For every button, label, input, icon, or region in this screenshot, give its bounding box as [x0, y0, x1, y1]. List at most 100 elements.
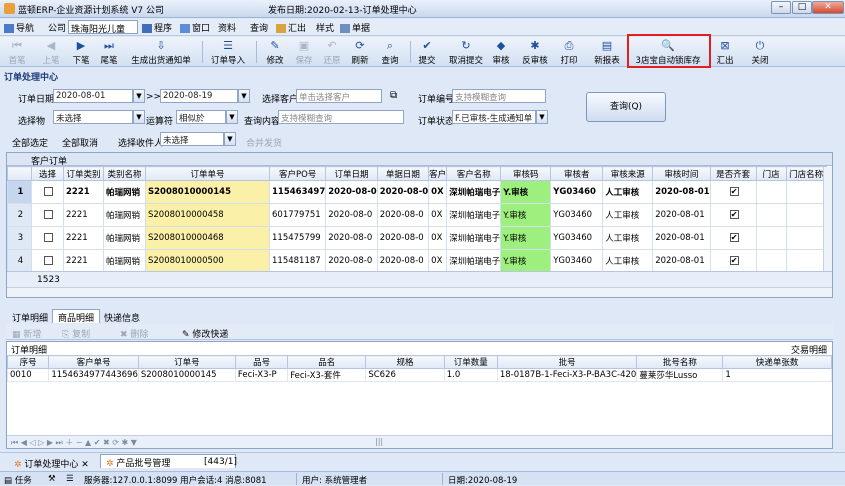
date-to-input[interactable]: 2020-08-19 — [160, 89, 238, 103]
detail-cust-no-cell[interactable]: 1154634977443696 — [48, 368, 139, 382]
date-from-input[interactable]: 2020-08-01 — [53, 89, 133, 103]
select-all-button[interactable]: 全部选定 — [12, 136, 48, 149]
column-header[interactable]: 订单号 — [137, 355, 236, 369]
table-row[interactable]: 3 2221 帕瑞网销 S2008010000468 115475799 2020-08-… — [7, 226, 827, 250]
recipient-select[interactable]: 未选择 — [160, 132, 224, 146]
next-button[interactable]: ▶ 下笔 — [70, 38, 92, 66]
add-button[interactable]: ▦ 新增 — [12, 327, 41, 340]
checkbox[interactable] — [44, 256, 53, 265]
close-button[interactable]: ⏻ 关闭 — [748, 38, 772, 66]
edit-button[interactable]: ✎ 修改 — [264, 38, 286, 66]
save-button[interactable]: ▣ 保存 — [293, 38, 315, 66]
customer-po-cell[interactable]: 115475799 — [268, 226, 327, 250]
column-header[interactable]: 客户PO号 — [268, 166, 327, 181]
nav-menu[interactable]: 导航 — [4, 21, 34, 34]
customer-name-cell[interactable]: 深圳帕瑞电子 — [446, 180, 502, 204]
new-report-button[interactable]: ▤ 新报表 — [592, 38, 622, 66]
order-date-cell[interactable]: 2020-08-0 — [325, 226, 378, 250]
menu-document[interactable]: 单据 — [340, 21, 370, 34]
table-row[interactable]: 2 2221 帕瑞网销 S2008010000458 601779751 2020-08-… — [7, 203, 827, 227]
customer-name-cell[interactable]: 深圳帕瑞电子 — [446, 249, 502, 273]
operator-select[interactable]: 相似於 — [176, 110, 226, 124]
audit-source-cell[interactable]: 人工审核 — [602, 249, 654, 273]
grid-vertical-scrollbar[interactable] — [823, 167, 832, 285]
grid-horizontal-scrollbar[interactable] — [7, 287, 832, 297]
order-date-cell[interactable]: 2020-08-0 — [325, 249, 378, 273]
audit-code-cell[interactable]: Y.审核 — [500, 203, 552, 227]
customer-cell[interactable]: 0X — [428, 203, 448, 227]
menu-data[interactable]: 资料 — [218, 21, 236, 34]
detail-item-cell[interactable]: Feci-X3-P — [234, 368, 289, 382]
column-header[interactable]: 订单数量 — [443, 355, 498, 369]
customer-name-cell[interactable]: 深圳帕瑞电子 — [446, 203, 502, 227]
detail-lot-name-cell[interactable]: 蔓莱莎华Lusso — [636, 368, 724, 382]
print-button[interactable]: ⎙ 打印 — [556, 38, 582, 66]
close-tab-icon[interactable]: ✕ — [78, 460, 89, 470]
store-name-cell[interactable] — [785, 226, 827, 250]
column-header[interactable]: 品号 — [234, 355, 289, 369]
menu-export[interactable]: 汇出 — [276, 21, 306, 34]
submit-button[interactable]: ✔ 提交 — [416, 38, 438, 66]
detail-name-cell[interactable]: Feci-X3-套件 — [287, 368, 367, 382]
date-to-dropdown[interactable]: ▼ — [238, 89, 250, 103]
column-header[interactable]: 订单单号 — [145, 166, 270, 181]
detail-qty-cell[interactable]: 1.0 — [443, 368, 498, 382]
column-header[interactable]: 订单类别 — [63, 166, 104, 181]
customer-name-cell[interactable]: 深圳帕瑞电子 — [446, 226, 502, 250]
row-number[interactable]: 3 — [7, 226, 32, 250]
detail-order-cell[interactable]: S2008010000145 — [137, 368, 236, 382]
customer-cell[interactable]: 0X — [428, 180, 448, 204]
order-no-input[interactable]: 支持模糊查询 — [452, 89, 546, 103]
store-name-cell[interactable] — [785, 180, 827, 204]
audit-time-cell[interactable]: 2020-08-01 — [652, 203, 711, 227]
checkbox[interactable] — [44, 187, 53, 196]
order-number-cell[interactable]: S2008010000468 — [145, 226, 270, 250]
order-date-cell[interactable]: 2020-08-0 — [325, 180, 378, 204]
checkbox[interactable]: ✔ — [729, 233, 739, 242]
status-dropdown[interactable]: ▼ — [536, 110, 548, 124]
select-checkbox[interactable] — [31, 249, 64, 273]
column-header[interactable]: 快递单张数 — [722, 355, 832, 369]
column-header[interactable]: 是否齐套 — [709, 166, 757, 181]
type-name-cell[interactable]: 帕瑞网销 — [103, 226, 146, 250]
audit-code-cell[interactable]: Y.审核 — [500, 180, 552, 204]
search-button[interactable]: 查询(Q) — [586, 92, 666, 122]
tool-icon[interactable]: ⚒ — [48, 474, 56, 484]
select-checkbox[interactable] — [31, 180, 64, 204]
cancel-all-button[interactable]: 全部取消 — [62, 136, 98, 149]
table-row[interactable]: 1 2221 帕瑞网销 S2008010000145 115463497 2020-08-… — [7, 180, 827, 204]
checkbox[interactable]: ✔ — [729, 256, 739, 265]
cancel-submit-button[interactable]: ↻ 取消提交 — [446, 38, 486, 66]
auditor-cell[interactable]: YG03460 — [550, 203, 604, 227]
order-type-cell[interactable]: 2221 — [63, 180, 104, 204]
content-input[interactable]: 支持模糊查询 — [278, 110, 404, 124]
document-date-cell[interactable]: 2020-08-0 — [376, 249, 430, 273]
detail-seq-cell[interactable]: 0010 — [7, 368, 50, 382]
store-name-cell[interactable] — [785, 249, 827, 273]
column-header[interactable]: 审核来源 — [602, 166, 654, 181]
navigator-buttons[interactable]: ⏮ ◀ ◁ ▷ ▶ ⏭ ＋ − ▲ ✔ ✖ ⟳ ✱ ▼ — [11, 437, 137, 448]
column-header[interactable]: 审核码 — [500, 166, 552, 181]
column-header[interactable]: 客户名称 — [446, 166, 502, 181]
customer-picker-icon[interactable]: ⧉ — [390, 90, 397, 101]
checkbox[interactable] — [44, 210, 53, 219]
column-header[interactable]: 客户 — [428, 166, 448, 181]
audit-time-cell[interactable]: 2020-08-01 — [652, 249, 711, 273]
table-row[interactable]: 4 2221 帕瑞网销 S2008010000500 115481187 2020-08-… — [7, 249, 827, 273]
undo-button[interactable]: ↶ 还原 — [321, 38, 343, 66]
auditor-cell[interactable]: YG03460 — [550, 226, 604, 250]
last-button[interactable]: ⏭ 尾笔 — [98, 38, 120, 66]
tab-item-detail[interactable]: 商品明细 — [52, 309, 101, 324]
table-row[interactable]: 0010 1154634977443696 S2008010000145 Feci-X… — [7, 368, 832, 382]
export-button[interactable]: ⊠ 汇出 — [714, 38, 736, 66]
order-number-cell[interactable]: S2008010000500 — [145, 249, 270, 273]
column-header[interactable]: 批号名称 — [636, 355, 724, 369]
detail-lot-cell[interactable]: 18-0187B-1-Feci-X3-P-BA3C-420 — [496, 368, 638, 382]
date-from-dropdown[interactable]: ▼ — [133, 89, 145, 103]
checkbox[interactable]: ✔ — [729, 187, 739, 196]
import-button[interactable]: ☰ 订单导入 — [210, 38, 246, 66]
column-header[interactable]: 类别名称 — [103, 166, 146, 181]
close-window-button[interactable]: ✕ — [812, 1, 844, 14]
detail-count-cell[interactable]: 1 — [722, 368, 832, 382]
complete-checkbox[interactable]: ✔ — [709, 226, 757, 250]
